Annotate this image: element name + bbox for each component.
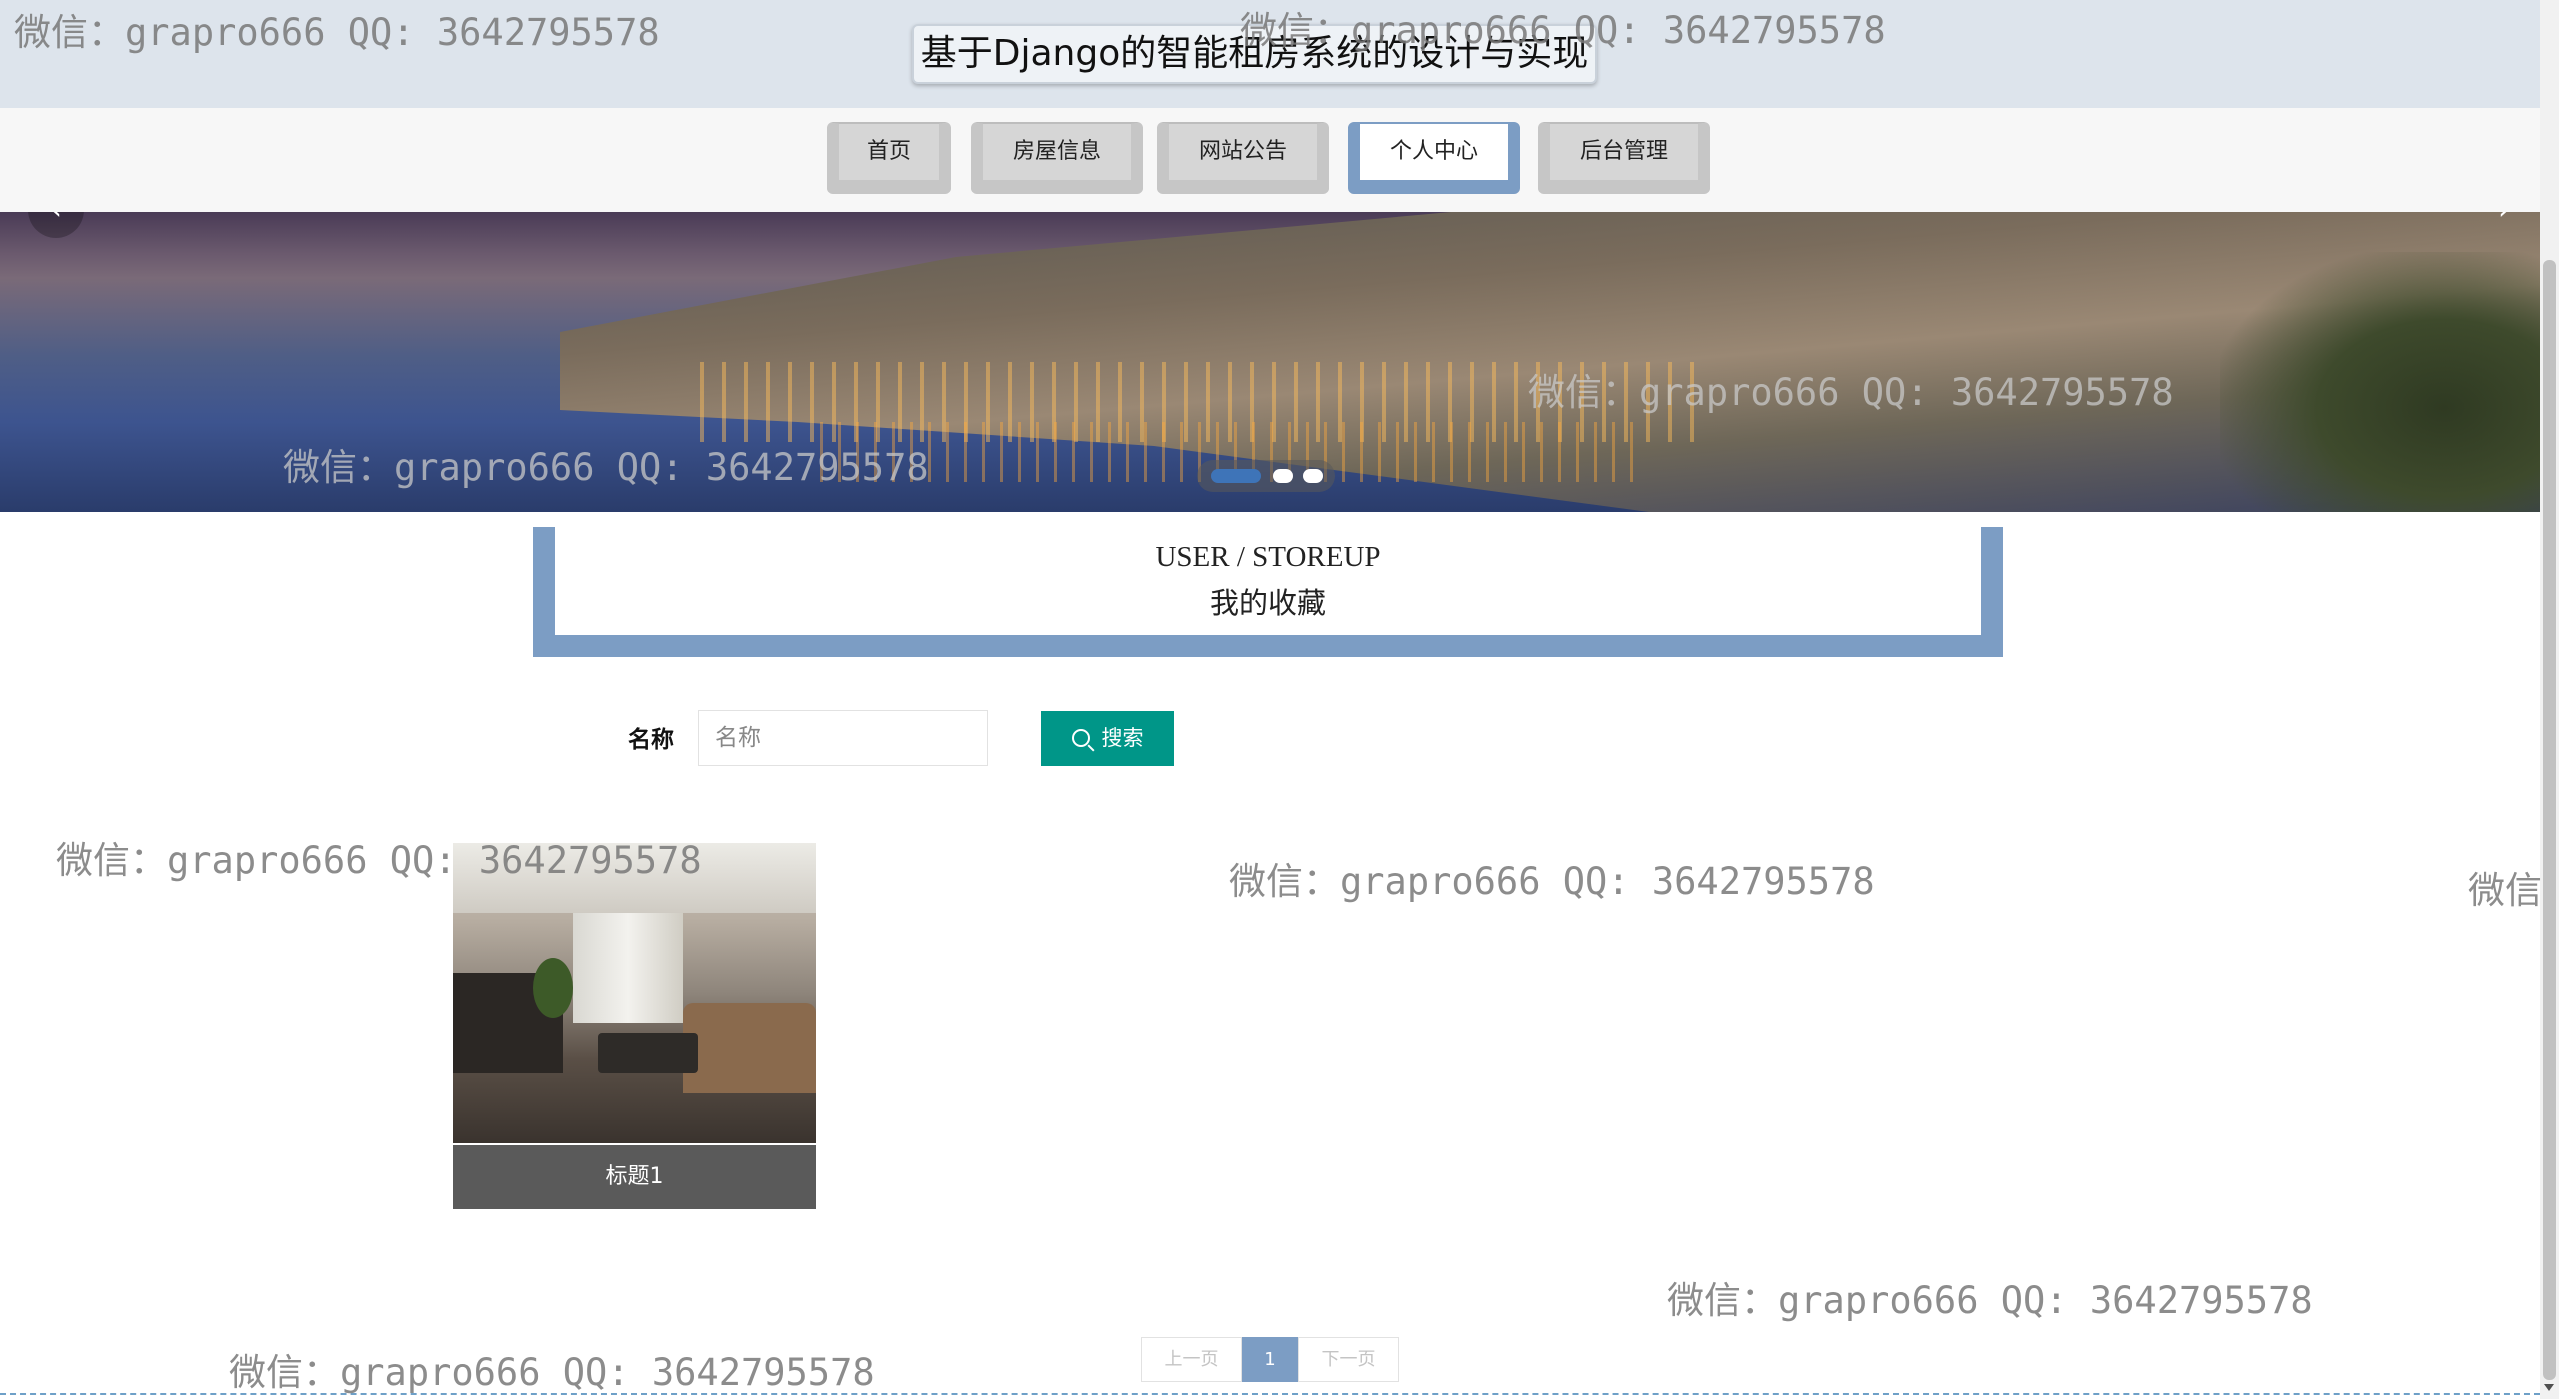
- watermark: 微信：grapro666 QQ: 3642795578: [1229, 860, 1875, 903]
- carousel-dot-3[interactable]: [1303, 469, 1323, 483]
- nav-item-label: 首页: [866, 139, 911, 164]
- pagination-page-1[interactable]: 1: [1242, 1337, 1298, 1382]
- pagination-next-button[interactable]: 下一页: [1298, 1337, 1399, 1382]
- page-bottom-border: [0, 1393, 2540, 1395]
- main-nav: 首页 房屋信息 网站公告 个人中心 后台管理: [0, 108, 2540, 212]
- search-input[interactable]: [698, 710, 988, 766]
- nav-item-label: 网站公告: [1198, 139, 1287, 164]
- scrollbar-thumb[interactable]: [2543, 260, 2556, 1380]
- pagination-prev-button[interactable]: 上一页: [1141, 1337, 1242, 1382]
- top-header: 基于Django的智能租房系统的设计与实现: [0, 0, 2540, 108]
- nav-item-admin[interactable]: 后台管理: [1538, 122, 1710, 194]
- scroll-down-arrow-icon[interactable]: [2544, 1384, 2554, 1391]
- nav-item-houses[interactable]: 房屋信息: [971, 122, 1143, 194]
- nav-item-announcements[interactable]: 网站公告: [1157, 122, 1329, 194]
- search-button-label: 搜索: [1101, 726, 1144, 750]
- nav-item-label: 后台管理: [1579, 139, 1668, 164]
- watermark: 微信: [2468, 869, 2542, 912]
- nav-item-label: 房屋信息: [1012, 139, 1101, 164]
- carousel-dot-1[interactable]: [1211, 469, 1261, 483]
- search-button[interactable]: 搜索: [1041, 711, 1174, 766]
- favorite-card-title[interactable]: 标题1: [453, 1145, 816, 1209]
- favorite-card[interactable]: 标题1: [453, 843, 816, 1209]
- watermark: 微信：grapro666 QQ: 3642795578: [1667, 1279, 2313, 1322]
- site-title: 基于Django的智能租房系统的设计与实现: [912, 24, 1597, 84]
- favorite-card-image[interactable]: [453, 843, 816, 1143]
- carousel-prev-button[interactable]: ‹: [28, 212, 84, 238]
- section-title-en: USER / STOREUP: [1155, 541, 1381, 573]
- banner-carousel: ‹ ›: [0, 212, 2540, 512]
- page-scrollbar[interactable]: [2540, 0, 2559, 1399]
- nav-item-label: 个人中心: [1389, 139, 1478, 164]
- watermark: 微信：grapro666 QQ: 3642795578: [229, 1351, 875, 1394]
- carousel-indicators: [1197, 460, 1335, 492]
- nav-item-home[interactable]: 首页: [827, 122, 951, 194]
- nav-item-profile[interactable]: 个人中心: [1348, 122, 1520, 194]
- pagination: 上一页 1 下一页: [1141, 1337, 1399, 1382]
- section-heading: USER / STOREUP 我的收藏: [533, 527, 2003, 657]
- section-title-cn: 我的收藏: [1209, 586, 1326, 620]
- search-label: 名称: [628, 727, 674, 753]
- search-icon: [1071, 729, 1090, 747]
- banner-trees: [2220, 252, 2540, 512]
- carousel-dot-2[interactable]: [1273, 469, 1293, 483]
